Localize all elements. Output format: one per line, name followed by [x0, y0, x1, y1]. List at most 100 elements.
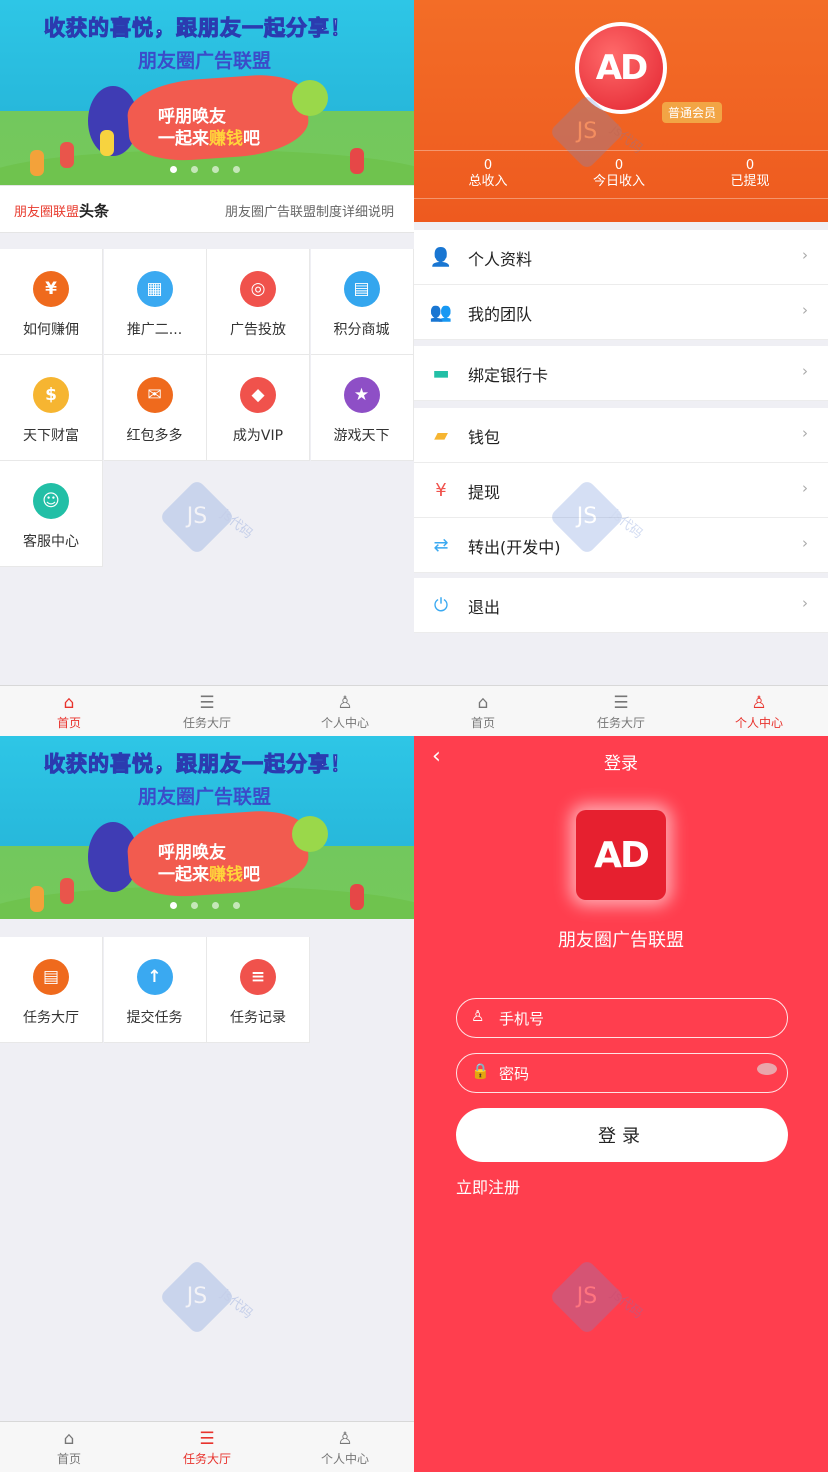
list-icon: ☰ — [199, 693, 215, 713]
star-icon: ★ — [343, 377, 380, 413]
tab-home[interactable]: ⌂ 首页 — [0, 1422, 138, 1472]
page-title: 登录 — [604, 754, 638, 774]
record-icon: ≡ — [240, 959, 276, 995]
menu-group-bank: ▬ 绑定银行卡 › — [414, 346, 828, 401]
chevron-right-icon: › — [802, 246, 808, 264]
task-grid-item[interactable]: ▤ 任务大厅 — [0, 937, 103, 1043]
login-button[interactable]: 登录 — [456, 1108, 788, 1162]
chevron-right-icon: › — [802, 362, 808, 380]
team-icon: 👥 — [429, 301, 453, 323]
feature-grid-item[interactable]: ★ 游戏天下 — [310, 355, 414, 461]
news-ticker[interactable]: 朋友圈联盟头条 朋友圈广告联盟制度详细说明 — [0, 185, 414, 233]
menu-group-wallet: ▰ 钱包 › ¥ 提现 › ⇄ 转出(开发中) › — [414, 408, 828, 573]
tab-label: 个人中心 — [734, 716, 783, 730]
tab-label: 个人中心 — [320, 716, 369, 730]
menu-item[interactable]: ¥ 提现 › — [414, 463, 828, 518]
feature-grid-item[interactable]: $ 天下财富 — [0, 355, 103, 461]
task-hall-icon: ▤ — [33, 959, 69, 995]
feature-grid-item[interactable]: ¥ 如何赚佣 — [0, 249, 103, 355]
user-icon: ♙ — [337, 693, 353, 713]
profile-icon: 👤 — [429, 246, 453, 268]
tab-label: 首页 — [56, 1452, 81, 1466]
feature-grid-label: 红包多多 — [126, 428, 183, 444]
menu-item[interactable]: ▬ 绑定银行卡 › — [414, 346, 828, 401]
stat-withdrawn: 0 已提现 — [730, 158, 770, 189]
tab-user[interactable]: ♙ 个人中心 — [276, 1422, 414, 1472]
feature-grid-item[interactable]: ☺ 客服中心 — [0, 461, 103, 567]
news-brand: 朋友圈联盟头条 — [14, 202, 110, 220]
promo-banner[interactable]: 收获的喜悦，跟朋友一起分享！ 朋友圈广告联盟 呼朋唤友 一起来赚钱吧 — [0, 736, 414, 919]
news-text[interactable]: 朋友圈广告联盟制度详细说明 — [225, 201, 394, 220]
tab-label: 任务大厅 — [182, 716, 231, 730]
tab-user[interactable]: ♙ 个人中心 — [276, 686, 414, 736]
menu-group-account: 👤 个人资料 › 👥 我的团队 › — [414, 230, 828, 340]
menu-item-label: 转出(开发中) — [468, 538, 561, 557]
phone-field[interactable]: ♙ — [456, 998, 788, 1039]
user-icon: ♙ — [751, 693, 767, 713]
menu-item[interactable]: 👥 我的团队 › — [414, 285, 828, 340]
banner-subtitle: 朋友圈广告联盟 — [138, 786, 272, 808]
user-icon: ♙ — [471, 1007, 485, 1025]
carousel-dots[interactable] — [170, 166, 240, 173]
promo-banner[interactable]: 收获的喜悦，跟朋友一起分享！ 朋友圈广告联盟 呼朋唤友 一起来赚钱吧 — [0, 0, 414, 185]
store-icon: ▤ — [343, 271, 380, 307]
tab-label: 首页 — [470, 716, 495, 730]
feature-grid-label: 客服中心 — [23, 534, 79, 550]
feature-grid-label: 推广二... — [126, 322, 183, 338]
banner-subtitle: 朋友圈广告联盟 — [138, 50, 272, 72]
diamond-icon: ◆ — [240, 377, 276, 413]
feature-grid-label: 成为VIP — [232, 428, 284, 444]
feature-grid-item[interactable]: ✉ 红包多多 — [103, 355, 207, 461]
avatar[interactable]: AD — [575, 22, 667, 114]
menu-item-label: 提现 — [468, 483, 501, 502]
coin-icon: $ — [33, 377, 69, 413]
tab-list[interactable]: ☰ 任务大厅 — [138, 1422, 276, 1472]
feature-grid-label: 如何赚佣 — [23, 322, 79, 338]
menu-item[interactable]: ⇄ 转出(开发中) › — [414, 518, 828, 573]
qrcode-icon: ▦ — [136, 271, 173, 307]
tab-home[interactable]: ⌂ 首页 — [414, 686, 552, 736]
password-input[interactable] — [497, 1054, 751, 1094]
tab-bar: ⌂ 首页 ☰ 任务大厅 ♙ 个人中心 — [414, 685, 828, 736]
tab-bar: ⌂ 首页 ☰ 任务大厅 ♙ 个人中心 — [0, 685, 414, 736]
lock-icon: 🔒 — [471, 1062, 490, 1080]
menu-item[interactable]: 👤 个人资料 › — [414, 230, 828, 285]
withdraw-icon: ¥ — [435, 479, 447, 501]
transfer-icon: ⇄ — [433, 534, 449, 556]
tab-label: 任务大厅 — [182, 1452, 231, 1466]
task-grid-item[interactable]: ≡ 任务记录 — [207, 937, 310, 1043]
phone-input[interactable] — [497, 999, 751, 1039]
carousel-dots[interactable] — [170, 902, 240, 909]
feature-grid-label: 天下财富 — [23, 428, 79, 444]
app-logo: AD — [576, 810, 666, 900]
tab-user[interactable]: ♙ 个人中心 — [690, 686, 828, 736]
feature-grid-label: 游戏天下 — [333, 428, 390, 444]
register-link[interactable]: 立即注册 — [456, 1174, 520, 1198]
task-grid-label: 任务记录 — [230, 1010, 286, 1026]
target-icon: ◎ — [240, 271, 276, 307]
banner-headline: 收获的喜悦，跟朋友一起分享！ — [44, 16, 352, 41]
menu-item-label: 钱包 — [468, 428, 501, 447]
menu-item-label: 我的团队 — [468, 305, 533, 324]
tab-home[interactable]: ⌂ 首页 — [0, 686, 138, 736]
feature-grid-item[interactable]: ◆ 成为VIP — [207, 355, 310, 461]
menu-item[interactable]: ⏻ 退出 › — [414, 578, 828, 633]
bank-card-icon: ▬ — [432, 362, 450, 384]
tab-label: 任务大厅 — [596, 716, 645, 730]
tab-list[interactable]: ☰ 任务大厅 — [138, 686, 276, 736]
eye-icon[interactable] — [757, 1063, 777, 1075]
banner-headline: 收获的喜悦，跟朋友一起分享！ — [44, 752, 352, 777]
tab-list[interactable]: ☰ 任务大厅 — [552, 686, 690, 736]
chevron-right-icon: › — [802, 479, 808, 497]
chevron-right-icon: › — [802, 534, 808, 552]
feature-grid-item[interactable]: ▦ 推广二... — [103, 249, 207, 355]
feature-grid-item[interactable]: ▤ 积分商城 — [310, 249, 414, 355]
power-icon: ⏻ — [433, 594, 449, 616]
nav-bar: ‹ 登录 — [414, 736, 828, 782]
task-grid-label: 提交任务 — [126, 1010, 183, 1026]
feature-grid-item[interactable]: ◎ 广告投放 — [207, 249, 310, 355]
chevron-right-icon: › — [802, 594, 808, 612]
task-grid-item[interactable]: ↑ 提交任务 — [103, 937, 207, 1043]
menu-item[interactable]: ▰ 钱包 › — [414, 408, 828, 463]
password-field[interactable]: 🔒 — [456, 1053, 788, 1094]
